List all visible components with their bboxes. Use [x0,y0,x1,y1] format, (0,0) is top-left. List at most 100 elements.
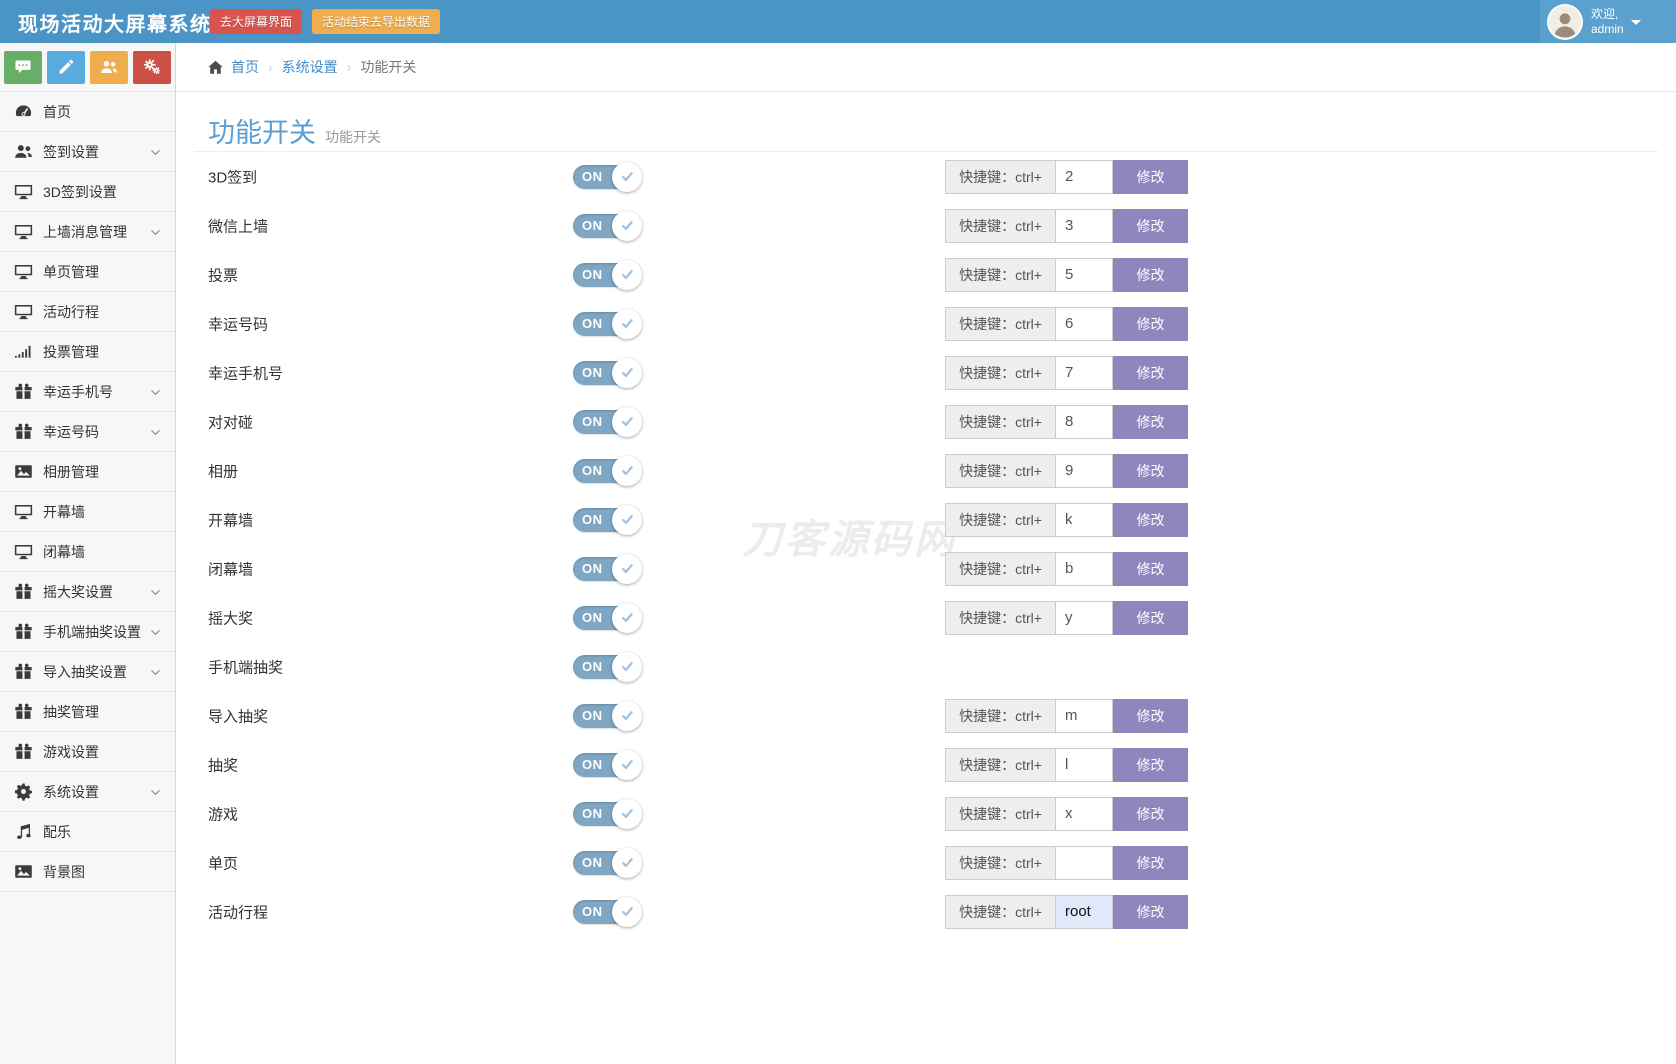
feature-toggle[interactable]: ON [573,750,643,780]
shortcut-prefix-label: 快捷键：ctrl+ [945,209,1056,243]
sidebar-item-4[interactable]: 单页管理 [0,252,175,292]
toggle-knob [612,652,642,682]
sidebar-item-6[interactable]: 投票管理 [0,332,175,372]
edit-button[interactable] [47,51,85,84]
sidebar-item-3[interactable]: 上墙消息管理 [0,212,175,252]
feature-toggle[interactable]: ON [573,260,643,290]
users-icon [14,142,33,161]
sidebar-item-8[interactable]: 幸运号码 [0,412,175,452]
feature-toggle[interactable]: ON [573,162,643,192]
modify-button[interactable]: 修改 [1113,552,1188,586]
feature-toggle[interactable]: ON [573,701,643,731]
modify-button[interactable]: 修改 [1113,797,1188,831]
shortcut-group: 快捷键：ctrl+ 修改 [945,748,1188,782]
chevron-down-icon [149,586,162,599]
modify-button[interactable]: 修改 [1113,454,1188,488]
shortcut-key-input[interactable] [1056,748,1113,782]
sidebar-item-2[interactable]: 3D签到设置 [0,172,175,212]
modify-button[interactable]: 修改 [1113,601,1188,635]
breadcrumb-separator: › [347,59,352,75]
sidebar-item-label: 单页管理 [43,262,99,282]
sidebar-item-14[interactable]: 导入抽奖设置 [0,652,175,692]
shortcut-key-input[interactable] [1056,405,1113,439]
shortcut-key-input[interactable] [1056,356,1113,390]
breadcrumb-home-link[interactable]: 首页 [207,57,259,77]
feature-toggle[interactable]: ON [573,603,643,633]
sidebar-item-17[interactable]: 系统设置 [0,772,175,812]
feature-toggle[interactable]: ON [573,848,643,878]
shortcut-key-input[interactable] [1056,846,1113,880]
sidebar-item-10[interactable]: 开幕墙 [0,492,175,532]
page-title: 功能开关 [208,118,316,148]
settings-button[interactable] [133,51,171,84]
feature-toggle[interactable]: ON [573,309,643,339]
toggle-knob [612,309,642,339]
shortcut-key-input[interactable] [1056,307,1113,341]
feature-toggle[interactable]: ON [573,211,643,241]
modify-button[interactable]: 修改 [1113,258,1188,292]
sidebar-item-label: 活动行程 [43,302,99,322]
gift-icon [14,382,33,401]
feature-row: 闭幕墙 ON 快捷键：ctrl+ 修改 [176,544,1676,593]
modify-button[interactable]: 修改 [1113,503,1188,537]
sidebar-item-18[interactable]: 配乐 [0,812,175,852]
shortcut-group: 快捷键：ctrl+ 修改 [945,356,1188,390]
sidebar-item-label: 背景图 [43,862,85,882]
modify-button[interactable]: 修改 [1113,209,1188,243]
shortcut-key-input[interactable] [1056,895,1113,929]
modify-button[interactable]: 修改 [1113,160,1188,194]
sidebar-item-0[interactable]: 首页 [0,92,175,132]
shortcut-group: 快捷键：ctrl+ 修改 [945,601,1188,635]
shortcut-key-input[interactable] [1056,503,1113,537]
sidebar-item-label: 摇大奖设置 [43,582,113,602]
chevron-down-icon [149,626,162,639]
shortcut-key-input[interactable] [1056,209,1113,243]
shortcut-key-input[interactable] [1056,601,1113,635]
feature-toggle[interactable]: ON [573,652,643,682]
sidebar-item-19[interactable]: 背景图 [0,852,175,892]
chevron-down-icon [149,386,162,399]
sidebar-item-12[interactable]: 摇大奖设置 [0,572,175,612]
feature-toggle[interactable]: ON [573,799,643,829]
sidebar-item-5[interactable]: 活动行程 [0,292,175,332]
feature-toggle[interactable]: ON [573,554,643,584]
feature-toggle[interactable]: ON [573,505,643,535]
modify-button[interactable]: 修改 [1113,699,1188,733]
feature-toggle[interactable]: ON [573,407,643,437]
modify-button[interactable]: 修改 [1113,307,1188,341]
users-button[interactable] [90,51,128,84]
desktop-icon [14,182,33,201]
sidebar-item-11[interactable]: 闭幕墙 [0,532,175,572]
modify-button[interactable]: 修改 [1113,405,1188,439]
sidebar-item-9[interactable]: 相册管理 [0,452,175,492]
sidebar-item-16[interactable]: 游戏设置 [0,732,175,772]
image-icon [14,862,33,881]
sidebar-item-7[interactable]: 幸运手机号 [0,372,175,412]
sidebar-item-label: 配乐 [43,822,71,842]
gears-icon [143,58,161,76]
chat-button[interactable] [4,51,42,84]
modify-button[interactable]: 修改 [1113,846,1188,880]
page-header: 功能开关功能开关 [194,116,1658,152]
shortcut-key-input[interactable] [1056,160,1113,194]
go-big-screen-button[interactable]: 去大屏幕界面 [210,9,302,34]
modify-button[interactable]: 修改 [1113,748,1188,782]
shortcut-key-input[interactable] [1056,258,1113,292]
modify-button[interactable]: 修改 [1113,895,1188,929]
sidebar-item-label: 幸运号码 [43,422,99,442]
shortcut-key-input[interactable] [1056,797,1113,831]
export-data-button[interactable]: 活动结束去导出数据 [312,9,440,34]
sidebar-item-15[interactable]: 抽奖管理 [0,692,175,732]
sidebar-item-1[interactable]: 签到设置 [0,132,175,172]
shortcut-key-input[interactable] [1056,454,1113,488]
feature-toggle[interactable]: ON [573,897,643,927]
feature-toggle[interactable]: ON [573,358,643,388]
feature-row: 游戏 ON 快捷键：ctrl+ 修改 [176,789,1676,838]
shortcut-key-input[interactable] [1056,699,1113,733]
modify-button[interactable]: 修改 [1113,356,1188,390]
shortcut-key-input[interactable] [1056,552,1113,586]
user-menu[interactable]: 欢迎, admin [1540,0,1676,43]
sidebar-item-13[interactable]: 手机端抽奖设置 [0,612,175,652]
breadcrumb-section-link[interactable]: 系统设置 [282,57,338,77]
feature-toggle[interactable]: ON [573,456,643,486]
